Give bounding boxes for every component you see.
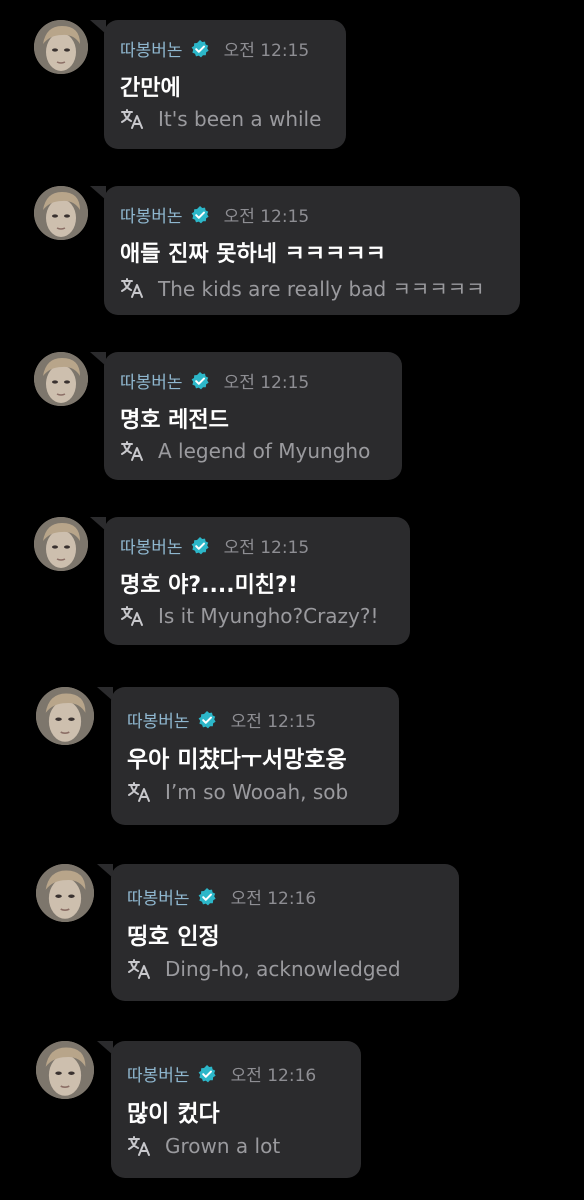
timestamp: 오전 12:15 (223, 41, 310, 61)
verified-badge-icon (197, 1064, 217, 1084)
translate-icon (120, 440, 146, 462)
translation-text: Is it Myungho?Crazy?! (158, 604, 379, 628)
sender-name[interactable]: 따봉버논 (120, 36, 183, 61)
timestamp: 오전 12:15 (223, 207, 310, 227)
sender-name[interactable]: 따봉버논 (127, 1061, 190, 1086)
message-text: 우아 미챴다ㅜ서망호옹 (127, 747, 347, 773)
translation-text: The kids are really bad ㅋㅋㅋㅋㅋ (158, 277, 485, 301)
user-avatar[interactable] (36, 864, 94, 922)
timestamp: 오전 12:16 (230, 1066, 317, 1086)
verified-badge-icon (190, 205, 210, 225)
translation: I’m so Wooah, sob (127, 780, 348, 804)
verified-badge-icon (197, 887, 217, 907)
message-bubble[interactable]: 따봉버논 오전 12:15 명호 레전드 A legend of Myungho (104, 352, 402, 480)
translation: Ding-ho, acknowledged (127, 957, 401, 981)
message-text: 많이 컸다 (127, 1101, 220, 1127)
message-bubble[interactable]: 따봉버논 오전 12:16 많이 컸다 Grown a lot (111, 1041, 361, 1178)
user-avatar[interactable] (36, 687, 94, 745)
sender-name[interactable]: 따봉버논 (127, 884, 190, 909)
translate-icon (120, 108, 146, 130)
translation-text: It's been a while (158, 107, 322, 131)
verified-badge-icon (197, 710, 217, 730)
user-avatar[interactable] (34, 517, 88, 571)
message-bubble[interactable]: 따봉버논 오전 12:15 간만에 It's been a while (104, 20, 346, 149)
translation-text: Ding-ho, acknowledged (165, 957, 401, 981)
translate-icon (120, 277, 146, 299)
verified-badge-icon (190, 39, 210, 59)
timestamp: 오전 12:15 (223, 538, 310, 558)
sender-name[interactable]: 따봉버논 (120, 533, 183, 558)
translation: It's been a while (120, 107, 321, 131)
message-text: 간만에 (120, 76, 181, 101)
sender-name[interactable]: 따봉버논 (127, 707, 190, 732)
sender-name[interactable]: 따봉버논 (120, 368, 183, 393)
sender-name[interactable]: 따봉버논 (120, 202, 183, 227)
user-avatar[interactable] (34, 352, 88, 406)
translate-icon (120, 605, 146, 627)
message-bubble[interactable]: 따봉버논 오전 12:15 명호 야?....미친?! Is it Myungh… (104, 517, 410, 645)
timestamp: 오전 12:15 (223, 373, 310, 393)
message-bubble[interactable]: 따봉버논 오전 12:16 띵호 인정 Ding-ho, acknowledge… (111, 864, 459, 1001)
message-text: 명호 야?....미친?! (120, 573, 298, 598)
translate-icon (127, 1135, 153, 1157)
translation: Is it Myungho?Crazy?! (120, 604, 379, 628)
message-text: 애들 진짜 못하네 ㅋㅋㅋㅋㅋ (120, 242, 386, 267)
message-bubble[interactable]: 따봉버논 오전 12:15 애들 진짜 못하네 ㅋㅋㅋㅋㅋ The kids a… (104, 186, 520, 315)
verified-badge-icon (190, 536, 210, 556)
timestamp: 오전 12:15 (230, 712, 317, 732)
translation: The kids are really bad ㅋㅋㅋㅋㅋ (120, 273, 485, 302)
translation: A legend of Myungho (120, 439, 370, 463)
message-text: 띵호 인정 (127, 924, 220, 950)
translate-icon (127, 958, 153, 980)
verified-badge-icon (190, 371, 210, 391)
translate-icon (127, 781, 153, 803)
translation-text: Grown a lot (165, 1134, 281, 1158)
timestamp: 오전 12:16 (230, 889, 317, 909)
message-text: 명호 레전드 (120, 408, 229, 433)
user-avatar[interactable] (34, 186, 88, 240)
message-bubble[interactable]: 따봉버논 오전 12:15 우아 미챴다ㅜ서망호옹 I’m so Wooah, … (111, 687, 399, 825)
translation: Grown a lot (127, 1134, 280, 1158)
user-avatar[interactable] (36, 1041, 94, 1099)
user-avatar[interactable] (34, 20, 88, 74)
translation-text: A legend of Myungho (158, 439, 371, 463)
translation-text: I’m so Wooah, sob (165, 780, 349, 804)
